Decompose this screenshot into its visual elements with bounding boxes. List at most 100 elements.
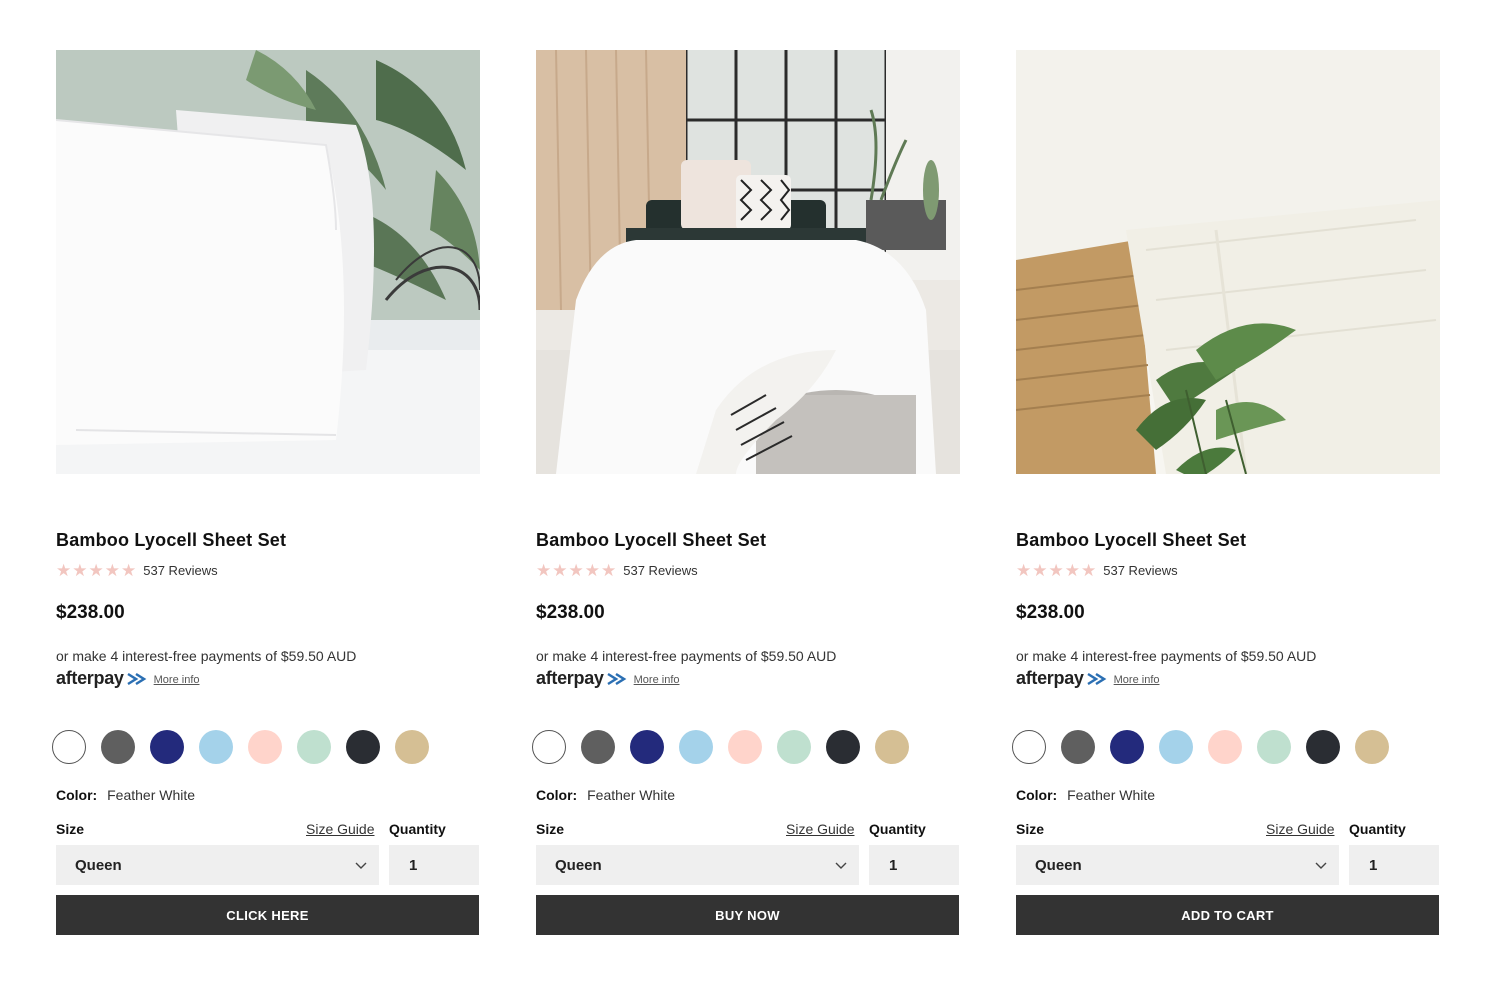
star-icon: ★ xyxy=(1081,561,1097,580)
price: $238.00 xyxy=(536,602,605,623)
afterpay-logo: afterpay xyxy=(56,668,148,689)
swatch-sage[interactable] xyxy=(1257,730,1291,764)
star-icon: ★ xyxy=(1032,561,1048,580)
more-info-link[interactable]: More info xyxy=(634,674,680,686)
swatch-sky-blue[interactable] xyxy=(1159,730,1193,764)
star-icon: ★ xyxy=(584,561,600,580)
selected-color: Color: Feather White xyxy=(56,787,195,803)
swatch-blush[interactable] xyxy=(728,730,762,764)
star-icon: ★ xyxy=(536,561,552,580)
afterpay-wordmark: afterpay xyxy=(536,668,604,688)
chevron-down-icon xyxy=(355,862,367,869)
afterpay-logo: afterpay xyxy=(1016,668,1108,689)
size-guide-link[interactable]: Size Guide xyxy=(306,821,374,837)
rating[interactable]: ★ ★ ★ ★ ★ 537 Reviews xyxy=(56,562,218,579)
swatch-sky-blue[interactable] xyxy=(679,730,713,764)
review-count[interactable]: 537 Reviews xyxy=(623,563,697,578)
product-title[interactable]: Bamboo Lyocell Sheet Set xyxy=(1016,530,1246,551)
swatch-white[interactable] xyxy=(52,730,86,764)
swatch-charcoal[interactable] xyxy=(346,730,380,764)
afterpay-text: or make 4 interest-free payments of $59.… xyxy=(1016,648,1317,664)
rating[interactable]: ★ ★ ★ ★ ★ 537 Reviews xyxy=(536,562,698,579)
chevron-down-icon xyxy=(835,862,847,869)
product-title[interactable]: Bamboo Lyocell Sheet Set xyxy=(536,530,766,551)
star-rating: ★ ★ ★ ★ ★ xyxy=(56,562,136,579)
swatch-navy[interactable] xyxy=(150,730,184,764)
afterpay-arrows-icon xyxy=(126,672,146,685)
sheet-corner-photo xyxy=(1016,50,1440,474)
product-card: Bamboo Lyocell Sheet Set ★ ★ ★ ★ ★ 537 R… xyxy=(532,50,960,935)
swatch-sage[interactable] xyxy=(297,730,331,764)
size-select[interactable]: Queen xyxy=(56,845,379,885)
quantity-input[interactable]: 1 xyxy=(389,845,479,885)
swatch-sand[interactable] xyxy=(875,730,909,764)
swatch-white[interactable] xyxy=(532,730,566,764)
review-count[interactable]: 537 Reviews xyxy=(143,563,217,578)
star-icon: ★ xyxy=(568,561,584,580)
star-icon: ★ xyxy=(1048,561,1064,580)
afterpay-arrows-icon xyxy=(1086,672,1106,685)
product-image-pillows[interactable] xyxy=(56,50,480,474)
swatch-blush[interactable] xyxy=(1208,730,1242,764)
size-label: Size xyxy=(56,821,85,837)
star-icon: ★ xyxy=(601,561,617,580)
swatch-charcoal[interactable] xyxy=(1306,730,1340,764)
swatch-blush[interactable] xyxy=(248,730,282,764)
size-select[interactable]: Queen xyxy=(1016,845,1339,885)
color-value: Feather White xyxy=(587,787,676,803)
chevron-down-icon xyxy=(1315,862,1327,869)
star-icon: ★ xyxy=(88,561,104,580)
price: $238.00 xyxy=(1016,602,1085,623)
afterpay-logo: afterpay xyxy=(536,668,628,689)
review-count[interactable]: 537 Reviews xyxy=(1103,563,1177,578)
star-icon: ★ xyxy=(1016,561,1032,580)
color-swatches xyxy=(1012,730,1389,764)
swatch-navy[interactable] xyxy=(630,730,664,764)
product-image-bedroom[interactable] xyxy=(536,50,960,474)
more-info-link[interactable]: More info xyxy=(154,674,200,686)
bedroom-photo xyxy=(536,50,960,474)
swatch-grey[interactable] xyxy=(101,730,135,764)
product-image-sheet-corner[interactable] xyxy=(1016,50,1440,474)
rating[interactable]: ★ ★ ★ ★ ★ 537 Reviews xyxy=(1016,562,1178,579)
cta-button[interactable]: CLICK HERE xyxy=(56,895,479,935)
price: $238.00 xyxy=(56,602,125,623)
selected-color: Color: Feather White xyxy=(1016,787,1155,803)
swatch-grey[interactable] xyxy=(1061,730,1095,764)
product-title[interactable]: Bamboo Lyocell Sheet Set xyxy=(56,530,286,551)
star-icon: ★ xyxy=(72,561,88,580)
quantity-label: Quantity xyxy=(389,821,446,837)
afterpay-wordmark: afterpay xyxy=(1016,668,1084,688)
size-value: Queen xyxy=(75,856,122,874)
size-select[interactable]: Queen xyxy=(536,845,859,885)
swatch-sage[interactable] xyxy=(777,730,811,764)
size-value: Queen xyxy=(555,856,602,874)
swatch-sky-blue[interactable] xyxy=(199,730,233,764)
color-value: Feather White xyxy=(107,787,196,803)
selected-color: Color: Feather White xyxy=(536,787,675,803)
size-guide-link[interactable]: Size Guide xyxy=(786,821,854,837)
color-swatches xyxy=(52,730,429,764)
cta-button[interactable]: BUY NOW xyxy=(536,895,959,935)
quantity-input[interactable]: 1 xyxy=(869,845,959,885)
color-label: Color: xyxy=(56,787,98,803)
color-swatches xyxy=(532,730,909,764)
swatch-sand[interactable] xyxy=(1355,730,1389,764)
swatch-charcoal[interactable] xyxy=(826,730,860,764)
swatch-white[interactable] xyxy=(1012,730,1046,764)
swatch-navy[interactable] xyxy=(1110,730,1144,764)
more-info-link[interactable]: More info xyxy=(1114,674,1160,686)
swatch-sand[interactable] xyxy=(395,730,429,764)
size-value: Queen xyxy=(1035,856,1082,874)
afterpay-row: afterpay More info xyxy=(56,668,200,689)
product-card: Bamboo Lyocell Sheet Set ★ ★ ★ ★ ★ 537 R… xyxy=(52,50,480,935)
star-icon: ★ xyxy=(56,561,72,580)
quantity-input[interactable]: 1 xyxy=(1349,845,1439,885)
swatch-grey[interactable] xyxy=(581,730,615,764)
star-rating: ★ ★ ★ ★ ★ xyxy=(536,562,616,579)
size-guide-link[interactable]: Size Guide xyxy=(1266,821,1334,837)
color-value: Feather White xyxy=(1067,787,1156,803)
cta-button[interactable]: ADD TO CART xyxy=(1016,895,1439,935)
afterpay-text: or make 4 interest-free payments of $59.… xyxy=(56,648,357,664)
afterpay-row: afterpay More info xyxy=(1016,668,1160,689)
